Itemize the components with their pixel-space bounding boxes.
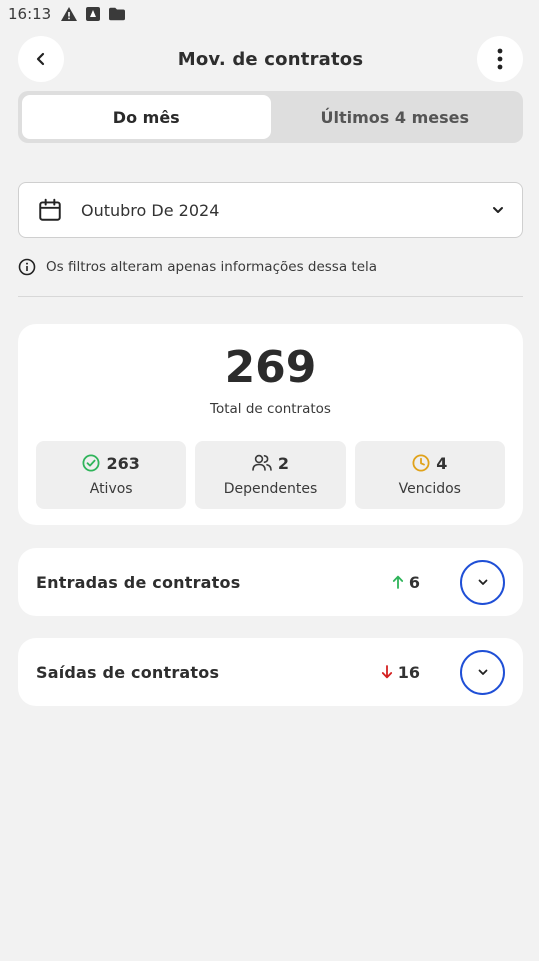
saidas-count-value: 16 xyxy=(397,662,420,682)
stat-vencidos: 4 Vencidos xyxy=(354,441,505,509)
check-circle-icon xyxy=(82,454,100,472)
arrow-down-icon xyxy=(381,665,392,679)
info-icon xyxy=(18,258,36,276)
app-notification-icon xyxy=(86,7,101,21)
entradas-count-value: 6 xyxy=(408,572,420,592)
clock-icon xyxy=(412,454,430,472)
stat-value: 263 xyxy=(106,453,140,473)
contract-stats: 263 Ativos 2 Dependentes 4 Vencidos xyxy=(36,441,505,509)
stat-dependentes: 2 Dependentes xyxy=(195,441,346,509)
page-title: Mov. de contratos xyxy=(177,48,364,70)
total-contracts-value: 269 xyxy=(224,342,317,393)
summary-card: 269 Total de contratos 263 Ativos 2 Depe… xyxy=(18,324,523,525)
more-vertical-icon xyxy=(497,48,503,70)
app-header: Mov. de contratos xyxy=(18,36,523,82)
divider xyxy=(18,296,523,297)
status-icons xyxy=(61,7,126,21)
stat-label: Ativos xyxy=(89,480,133,497)
entradas-card: Entradas de contratos 6 xyxy=(18,548,523,616)
period-tabs: Do mês Últimos 4 meses xyxy=(18,91,523,143)
folder-icon xyxy=(109,7,126,21)
tab-ultimos-4-meses[interactable]: Últimos 4 meses xyxy=(271,95,520,139)
stat-ativos: 263 Ativos xyxy=(36,441,187,509)
saidas-title: Saídas de contratos xyxy=(36,662,220,682)
more-options-button[interactable] xyxy=(476,36,523,82)
filter-info: Os filtros alteram apenas informações de… xyxy=(18,256,523,278)
status-bar: 16:13 xyxy=(0,0,539,28)
total-contracts-label: Total de contratos xyxy=(210,401,331,417)
saidas-count: 16 xyxy=(381,663,420,682)
back-button[interactable] xyxy=(18,36,64,82)
tab-do-mes[interactable]: Do mês xyxy=(22,95,271,139)
chevron-down-icon xyxy=(493,207,503,213)
entradas-count: 6 xyxy=(392,573,420,592)
entradas-title: Entradas de contratos xyxy=(36,572,241,592)
saidas-expand-button[interactable] xyxy=(460,649,505,695)
stat-label: Dependentes xyxy=(223,480,318,497)
stat-label: Vencidos xyxy=(398,480,461,497)
chevron-left-icon xyxy=(36,52,45,66)
stat-value: 4 xyxy=(436,453,448,473)
users-icon xyxy=(252,454,272,471)
stat-value: 2 xyxy=(277,453,290,473)
arrow-up-icon xyxy=(392,575,403,589)
saidas-card: Saídas de contratos 16 xyxy=(18,638,523,706)
month-select-value: Outubro De 2024 xyxy=(81,200,220,220)
status-time: 16:13 xyxy=(8,5,52,23)
filter-info-text: Os filtros alteram apenas informações de… xyxy=(46,259,378,275)
month-select[interactable]: Outubro De 2024 xyxy=(18,182,523,238)
warning-icon xyxy=(61,7,78,21)
calendar-icon xyxy=(39,198,61,221)
chevron-down-icon xyxy=(478,669,487,675)
entradas-expand-button[interactable] xyxy=(460,559,505,605)
chevron-down-icon xyxy=(478,579,487,585)
